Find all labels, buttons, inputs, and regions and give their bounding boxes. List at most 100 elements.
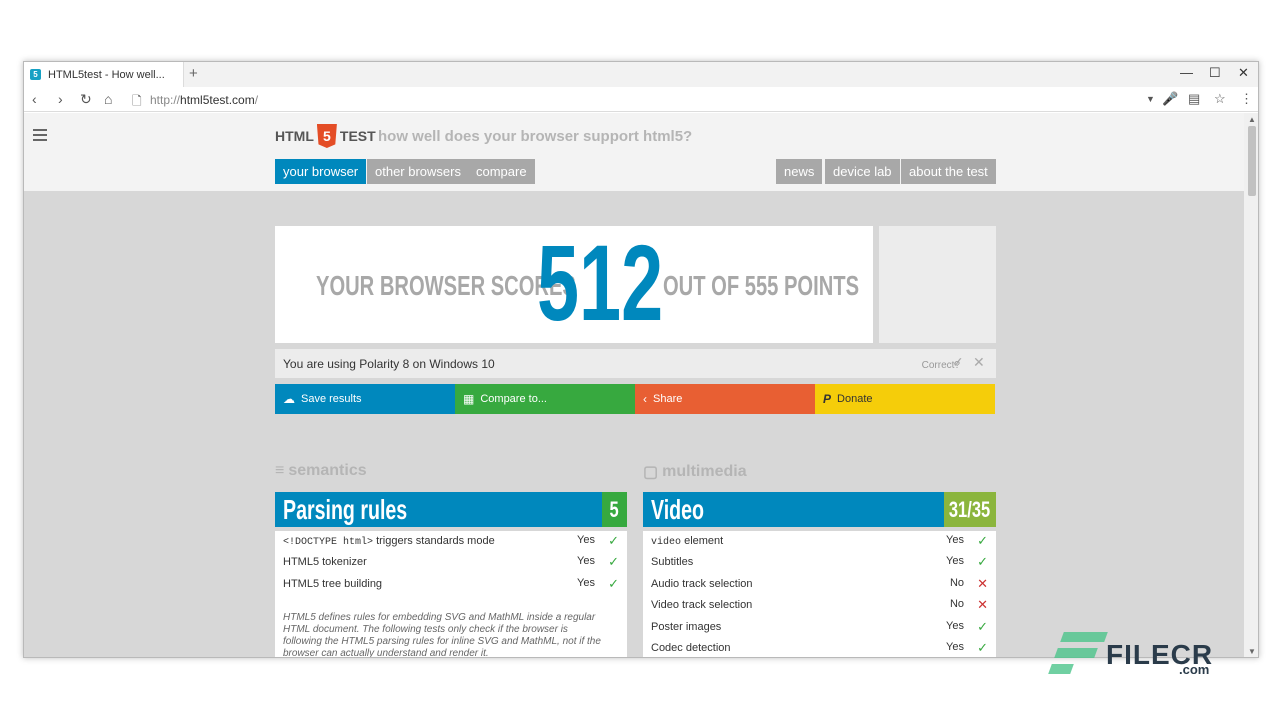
confirm-check-icon[interactable]: ✓ (952, 354, 964, 371)
browser-tab[interactable]: 5 HTML5test - How well... (24, 62, 184, 87)
url-host: html5test.com (180, 93, 255, 107)
tv-icon: ▢ (643, 464, 659, 481)
address-bar: ‹ › ↻ ⌂ 🗋 http://html5test.com/ ▼ 🎤 ▤ ☆ … (24, 87, 1258, 112)
semantics-label: semantics (288, 462, 367, 479)
scroll-down-icon[interactable]: ▼ (1248, 647, 1256, 656)
test-name: Audio track selection (651, 578, 753, 590)
nav-other-browsers[interactable]: other browsers (367, 159, 469, 184)
reload-icon[interactable]: ↻ (80, 91, 92, 108)
site-header: HTML 5 TEST how well does your browser s… (24, 113, 1244, 191)
scroll-up-icon[interactable]: ▲ (1248, 115, 1256, 124)
test-row: Subtitles Yes ✓ (651, 552, 988, 573)
scrollbar-thumb[interactable] (1248, 126, 1256, 196)
filecr-logo-icon (1048, 630, 1108, 680)
donate-button[interactable]: P Donate (815, 384, 995, 414)
test-row: Codec detection Yes ✓ (651, 638, 988, 657)
category-video[interactable]: Video 31/35 (643, 492, 996, 527)
test-result: Yes (577, 577, 595, 589)
bookmark-star-icon[interactable]: ☆ (1214, 91, 1226, 107)
save-results-label: Save results (301, 393, 362, 405)
parsing-note: HTML5 defines rules for embedding SVG an… (283, 612, 601, 658)
nav-news[interactable]: news (776, 159, 823, 184)
test-name: <!DOCTYPE html> triggers standards mode (283, 535, 495, 548)
reject-x-icon[interactable]: ✕ (973, 354, 985, 371)
menu-dots-icon[interactable]: ⋮ (1240, 91, 1253, 107)
url-field[interactable]: http://html5test.com/ (150, 93, 258, 107)
close-window-button[interactable]: ✕ (1238, 65, 1249, 81)
check-icon: ✓ (608, 533, 619, 548)
forward-icon[interactable]: › (58, 91, 63, 107)
test-row: <!DOCTYPE html> triggers standards mode … (283, 531, 619, 552)
test-result: Yes (577, 555, 595, 567)
check-icon: ✓ (977, 619, 988, 634)
url-scheme: http:// (150, 93, 181, 107)
nav-device-lab[interactable]: device lab (825, 159, 900, 184)
new-tab-button[interactable]: + (189, 65, 198, 82)
compare-to-button[interactable]: ▦ Compare to... (455, 384, 635, 414)
category-score: 5 (602, 492, 627, 527)
url-path: / (254, 93, 259, 107)
home-icon[interactable]: ⌂ (104, 91, 112, 107)
nav-about-the-test[interactable]: about the test (901, 159, 996, 184)
test-result: Yes (946, 641, 964, 653)
nav-your-browser[interactable]: your browser (275, 159, 367, 184)
html5-favicon-icon: 5 (30, 69, 41, 80)
logo-html: HTML (275, 128, 314, 144)
donate-label: Donate (837, 393, 873, 405)
nav-compare[interactable]: compare (468, 159, 535, 184)
test-name: Codec detection (651, 642, 731, 654)
back-icon[interactable]: ‹ (32, 91, 37, 107)
watermark-suffix: .com (1179, 662, 1210, 677)
score-value: 512 (537, 222, 664, 343)
dropdown-icon[interactable]: ▼ (1146, 94, 1155, 104)
test-result: Yes (577, 534, 595, 546)
grid-icon: ▦ (463, 392, 475, 406)
category-score: 31/35 (944, 492, 996, 527)
html5-shield-icon: 5 (316, 124, 337, 148)
test-name: Poster images (651, 621, 722, 633)
test-name: Subtitles (651, 556, 694, 568)
page-content: HTML 5 TEST how well does your browser s… (24, 113, 1244, 658)
category-parsing-rules[interactable]: Parsing rules 5 (275, 492, 627, 527)
page-icon: 🗋 (132, 94, 142, 108)
multimedia-label: multimedia (662, 463, 747, 480)
check-icon: ✓ (608, 554, 619, 569)
minimize-button[interactable]: — (1180, 65, 1193, 80)
test-row: Audio track selection No ✕ (651, 574, 988, 595)
test-result: No (949, 577, 964, 589)
browser-window: 5 HTML5test - How well... + — ☐ ✕ ‹ › ↻ … (23, 61, 1259, 658)
check-icon: ✓ (608, 576, 619, 591)
test-result: Yes (946, 534, 964, 546)
site-logo[interactable]: HTML 5 TEST (275, 124, 376, 148)
video-panel: video element Yes ✓ Subtitles Yes ✓ Audi… (643, 531, 996, 657)
score-side-panel (879, 226, 996, 343)
test-name: HTML5 tokenizer (283, 556, 367, 568)
test-name: video element (651, 535, 724, 548)
share-button[interactable]: ‹ Share (635, 384, 815, 414)
reading-list-icon[interactable]: ▤ (1188, 91, 1200, 107)
hamburger-menu-icon[interactable] (33, 129, 47, 144)
test-name: Video track selection (651, 599, 753, 611)
paypal-icon: P (823, 392, 832, 406)
category-title: Parsing rules (283, 494, 408, 525)
check-icon: ✓ (977, 554, 988, 569)
maximize-button[interactable]: ☐ (1209, 65, 1221, 81)
vertical-scrollbar[interactable]: ▲ ▼ (1244, 113, 1258, 657)
test-result: No (949, 598, 964, 610)
check-icon: ✓ (977, 640, 988, 655)
test-row: video element Yes ✓ (651, 531, 988, 552)
test-result: Yes (946, 555, 964, 567)
parsing-rules-panel: <!DOCTYPE html> triggers standards mode … (275, 531, 627, 658)
site-tagline: how well does your browser support html5… (378, 128, 693, 145)
save-results-button[interactable]: ☁ Save results (275, 384, 455, 414)
logo-test: TEST (339, 128, 376, 144)
cross-icon: ✕ (977, 597, 988, 612)
tab-bar: 5 HTML5test - How well... + — ☐ ✕ (24, 62, 1258, 87)
test-name: HTML5 tree building (283, 578, 383, 590)
score-panel: YOUR BROWSER SCORES 512 OUT OF 555 POINT… (275, 226, 873, 343)
test-row: Video track selection No ✕ (651, 595, 988, 616)
test-result: Yes (946, 620, 964, 632)
microphone-icon[interactable]: 🎤 (1162, 91, 1178, 107)
section-multimedia-heading: ▢ multimedia (643, 462, 747, 482)
test-row: HTML5 tokenizer Yes ✓ (283, 552, 619, 573)
